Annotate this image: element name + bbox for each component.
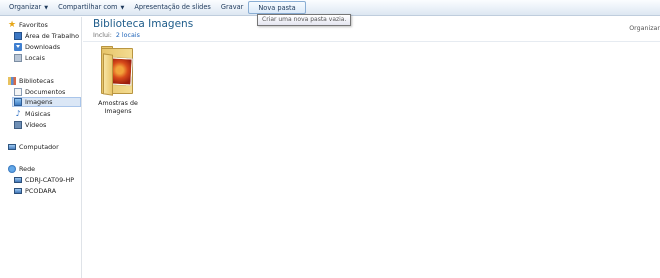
organize-button[interactable]: Organizar ▼ [4,1,53,14]
nav-item-label: CDRJ-CAT09-HP [25,176,75,184]
includes-label: Inclui: [93,32,112,39]
nav-computer[interactable]: Computador [8,142,59,152]
nav-item-videos[interactable]: Vídeos [14,120,46,130]
header-divider [83,41,660,42]
folder-item[interactable]: Amostras de Imagens [95,46,141,115]
share-with-button[interactable]: Compartilhar com ▼ [53,1,129,14]
libraries-icon [8,77,16,85]
nav-item-documentos[interactable]: Documentos [14,87,65,97]
nav-item-label: Imagens [25,98,53,106]
computer-icon [8,144,16,150]
network-icon [8,165,16,173]
nav-item-label: Vídeos [25,121,47,129]
recent-places-icon [14,54,22,62]
slideshow-label: Apresentação de slides [134,3,211,11]
burn-label: Gravar [220,3,244,11]
downloads-icon [14,43,22,51]
library-includes: Inclui: 2 locais [93,32,140,39]
burn-button[interactable]: Gravar [216,1,249,14]
nav-network[interactable]: Rede [8,164,35,174]
nav-item-label: Downloads [25,43,61,51]
computer-icon [14,188,22,194]
nav-item-label: Área de Trabalho [25,32,79,40]
nav-item-label: Músicas [25,110,51,118]
new-folder-label: Nova pasta [258,4,296,12]
nav-item-locais[interactable]: Locais [14,53,45,63]
organize-label: Organizar [9,3,42,11]
picture-folder-icon [98,46,138,96]
computer-icon [14,177,22,183]
nav-item-host[interactable]: CDRJ-CAT09-HP [14,175,74,185]
locations-link[interactable]: 2 locais [116,32,140,39]
content-pane: Biblioteca Imagens Inclui: 2 locais Organ… [83,17,660,278]
nav-item-host[interactable]: PCODARA [14,186,56,196]
videos-icon [14,121,22,129]
documents-icon [14,88,22,96]
chevron-down-icon: ▼ [120,5,125,11]
nav-item-musicas[interactable]: ♪ Músicas [14,109,50,119]
star-icon: ★ [8,20,17,30]
nav-network-label: Rede [19,165,36,173]
slideshow-button[interactable]: Apresentação de slides [129,1,216,14]
music-icon: ♪ [15,109,21,118]
nav-item-label: Locais [25,54,45,62]
nav-favorites-label: Favoritos [19,21,48,29]
chevron-down-icon: ▼ [44,5,49,11]
nav-item-label: Documentos [25,88,66,96]
folder-label: Amostras de Imagens [98,100,138,115]
desktop-icon [14,32,22,40]
nav-libraries[interactable]: Bibliotecas [8,76,54,86]
nav-item-imagens[interactable]: Imagens [12,97,81,107]
new-folder-button[interactable]: Nova pasta [248,1,306,14]
nav-favorites[interactable]: ★ Favoritos [8,20,48,30]
nav-item-desktop[interactable]: Área de Trabalho [14,31,79,41]
share-with-label: Compartilhar com [58,3,118,11]
nav-computer-label: Computador [19,143,59,151]
tooltip: Criar uma nova pasta vazia. [257,14,352,26]
navigation-pane: ★ Favoritos Área de Trabalho Downloads L… [0,17,82,278]
nav-libraries-label: Bibliotecas [19,77,54,85]
nav-item-downloads[interactable]: Downloads [14,42,60,52]
library-title: Biblioteca Imagens [93,18,194,30]
pictures-icon [14,98,22,106]
nav-item-label: PCODARA [25,187,57,195]
arrange-by-button[interactable]: Organizar [629,25,660,32]
